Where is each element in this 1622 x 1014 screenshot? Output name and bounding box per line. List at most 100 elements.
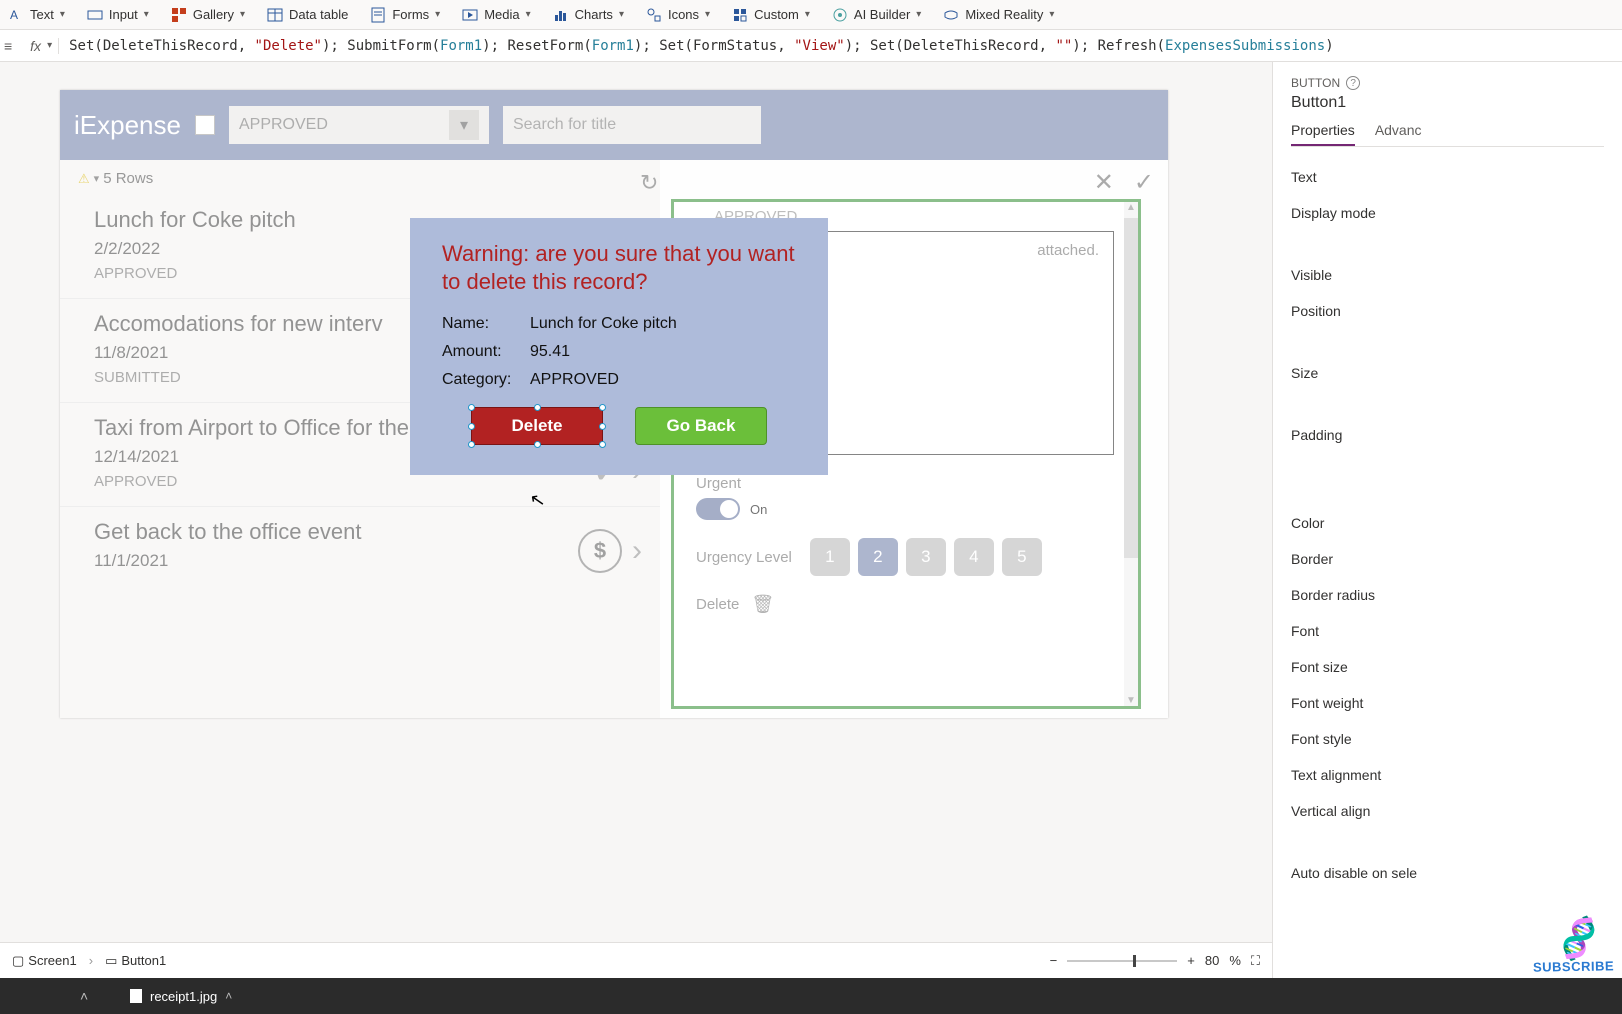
- crumb-label: Screen1: [28, 953, 76, 968]
- urgency-btn-2[interactable]: 2: [858, 538, 898, 576]
- zoom-in-button[interactable]: +: [1187, 953, 1195, 968]
- input-icon: [87, 7, 103, 23]
- ribbon-mixed-reality[interactable]: Mixed Reality ▾: [939, 5, 1058, 25]
- field-name-value: Lunch for Coke pitch: [530, 315, 677, 333]
- ribbon-label: Forms: [392, 7, 429, 22]
- ribbon-label: Data table: [289, 7, 348, 22]
- ribbon-icons[interactable]: Icons ▾: [642, 5, 714, 25]
- prop-auto-disable[interactable]: Auto disable on sele: [1291, 855, 1604, 891]
- urgency-btn-1[interactable]: 1: [810, 538, 850, 576]
- control-name[interactable]: Button1: [1291, 94, 1604, 112]
- ribbon-gallery[interactable]: Gallery ▾: [167, 5, 249, 25]
- prop-text[interactable]: Text: [1291, 159, 1604, 195]
- filter-checkbox[interactable]: [195, 115, 215, 135]
- prop-padding[interactable]: Padding: [1291, 417, 1604, 453]
- formula-fx[interactable]: fx ▾: [16, 38, 59, 54]
- receipt-text: attached.: [1037, 242, 1099, 259]
- selection-handle[interactable]: [468, 404, 475, 411]
- chevron-down-icon: ▾: [144, 9, 149, 20]
- selection-handle[interactable]: [468, 441, 475, 448]
- prop-size[interactable]: Size: [1291, 355, 1604, 391]
- prop-font-size[interactable]: Font size: [1291, 649, 1604, 685]
- selection-handle[interactable]: [599, 404, 606, 411]
- fullscreen-icon[interactable]: ⛶: [1251, 953, 1260, 969]
- ribbon-custom[interactable]: Custom ▾: [728, 5, 814, 25]
- selection-handle[interactable]: [468, 423, 475, 430]
- file-icon: [130, 989, 142, 1003]
- chevron-down-icon: ▾: [449, 110, 479, 140]
- delete-button-label: Delete: [511, 416, 562, 435]
- prop-visible[interactable]: Visible: [1291, 257, 1604, 293]
- insert-ribbon: A Text ▾ Input ▾ Gallery ▾ Data table Fo…: [0, 0, 1622, 30]
- crumb-screen[interactable]: ▢ Screen1: [12, 953, 77, 969]
- chevron-down-icon: ▾: [1049, 9, 1054, 20]
- dollar-icon[interactable]: $: [578, 529, 622, 573]
- zoom-slider[interactable]: [1067, 960, 1177, 962]
- prop-text-alignment[interactable]: Text alignment: [1291, 757, 1604, 793]
- search-input[interactable]: [503, 106, 761, 144]
- chevron-down-icon: ▾: [705, 9, 710, 20]
- zoom-out-button[interactable]: −: [1050, 953, 1058, 968]
- screen-icon: ▢: [12, 953, 24, 969]
- prop-font-style[interactable]: Font style: [1291, 721, 1604, 757]
- trash-icon[interactable]: 🗑: [751, 594, 774, 615]
- prop-vertical-align[interactable]: Vertical align: [1291, 793, 1604, 829]
- prop-font-weight[interactable]: Font weight: [1291, 685, 1604, 721]
- tab-properties[interactable]: Properties: [1291, 122, 1355, 146]
- formula-input[interactable]: Set(DeleteThisRecord, "Delete"); SubmitF…: [59, 38, 1622, 54]
- urgency-btn-5[interactable]: 5: [1002, 538, 1042, 576]
- selection-handle[interactable]: [599, 423, 606, 430]
- prop-color[interactable]: Color: [1291, 505, 1604, 541]
- dropdown-value: APPROVED: [239, 116, 328, 134]
- checkmark-icon[interactable]: ✓: [1134, 168, 1154, 197]
- taskbar-file[interactable]: receipt1.jpg ˄: [120, 989, 242, 1004]
- ribbon-ai-builder[interactable]: AI Builder ▾: [828, 5, 925, 25]
- crumb-button[interactable]: ▭ Button1: [105, 953, 166, 969]
- help-icon[interactable]: ?: [1346, 76, 1360, 90]
- ribbon-text[interactable]: A Text ▾: [4, 5, 69, 25]
- warning-icon: ⚠: [78, 171, 90, 187]
- zoom-value: 80: [1205, 953, 1219, 968]
- ribbon-label: Input: [109, 7, 138, 22]
- urgency-btn-3[interactable]: 3: [906, 538, 946, 576]
- rows-header: ⚠ ▾ 5 Rows: [60, 162, 660, 195]
- close-icon[interactable]: ✕: [1094, 168, 1114, 197]
- chevron-right-icon[interactable]: ›: [632, 534, 642, 568]
- delete-button[interactable]: Delete: [471, 407, 603, 445]
- ribbon-forms[interactable]: Forms ▾: [366, 5, 444, 25]
- go-back-button[interactable]: Go Back: [635, 407, 767, 445]
- ribbon-media[interactable]: Media ▾: [458, 5, 534, 25]
- prop-display-mode[interactable]: Display mode: [1291, 195, 1604, 231]
- prop-border[interactable]: Border: [1291, 541, 1604, 577]
- scrollbar[interactable]: [1124, 202, 1138, 706]
- hamburger-icon[interactable]: ≡: [0, 38, 16, 54]
- ribbon-input[interactable]: Input ▾: [83, 5, 153, 25]
- prop-border-radius[interactable]: Border radius: [1291, 577, 1604, 613]
- field-name-label: Name:: [442, 315, 530, 333]
- prop-font[interactable]: Font: [1291, 613, 1604, 649]
- app-title: iExpense: [74, 110, 181, 141]
- tab-advanced[interactable]: Advanc: [1375, 122, 1422, 146]
- ribbon-label: AI Builder: [854, 7, 910, 22]
- zoom-controls: − + 80 % ⛶: [1050, 953, 1260, 969]
- field-amount-label: Amount:: [442, 343, 530, 361]
- os-taskbar: ˄ receipt1.jpg ˄: [0, 978, 1622, 1014]
- prop-position[interactable]: Position: [1291, 293, 1604, 329]
- crumb-label: Button1: [121, 953, 166, 968]
- app-canvas[interactable]: iExpense APPROVED ▾ ⚠ ▾ 5 Rows Lunch for…: [60, 90, 1168, 718]
- chevron-down-icon: ▾: [916, 9, 921, 20]
- properties-tabs: Properties Advanc: [1291, 122, 1604, 147]
- ribbon-data-table[interactable]: Data table: [263, 5, 352, 25]
- list-item[interactable]: Get back to the office event 11/1/2021 $…: [60, 507, 660, 587]
- reload-icon[interactable]: ↻: [640, 170, 658, 196]
- chevron-up-icon[interactable]: ˄: [80, 988, 88, 1004]
- urgency-btn-4[interactable]: 4: [954, 538, 994, 576]
- status-filter-dropdown[interactable]: APPROVED ▾: [229, 106, 489, 144]
- selection-handle[interactable]: [534, 404, 541, 411]
- selection-handle[interactable]: [534, 441, 541, 448]
- urgent-toggle[interactable]: On: [696, 498, 1114, 520]
- ribbon-charts[interactable]: Charts ▾: [549, 5, 628, 25]
- zoom-suffix: %: [1229, 953, 1241, 968]
- chevron-down-icon: ▾: [435, 9, 440, 20]
- selection-handle[interactable]: [599, 441, 606, 448]
